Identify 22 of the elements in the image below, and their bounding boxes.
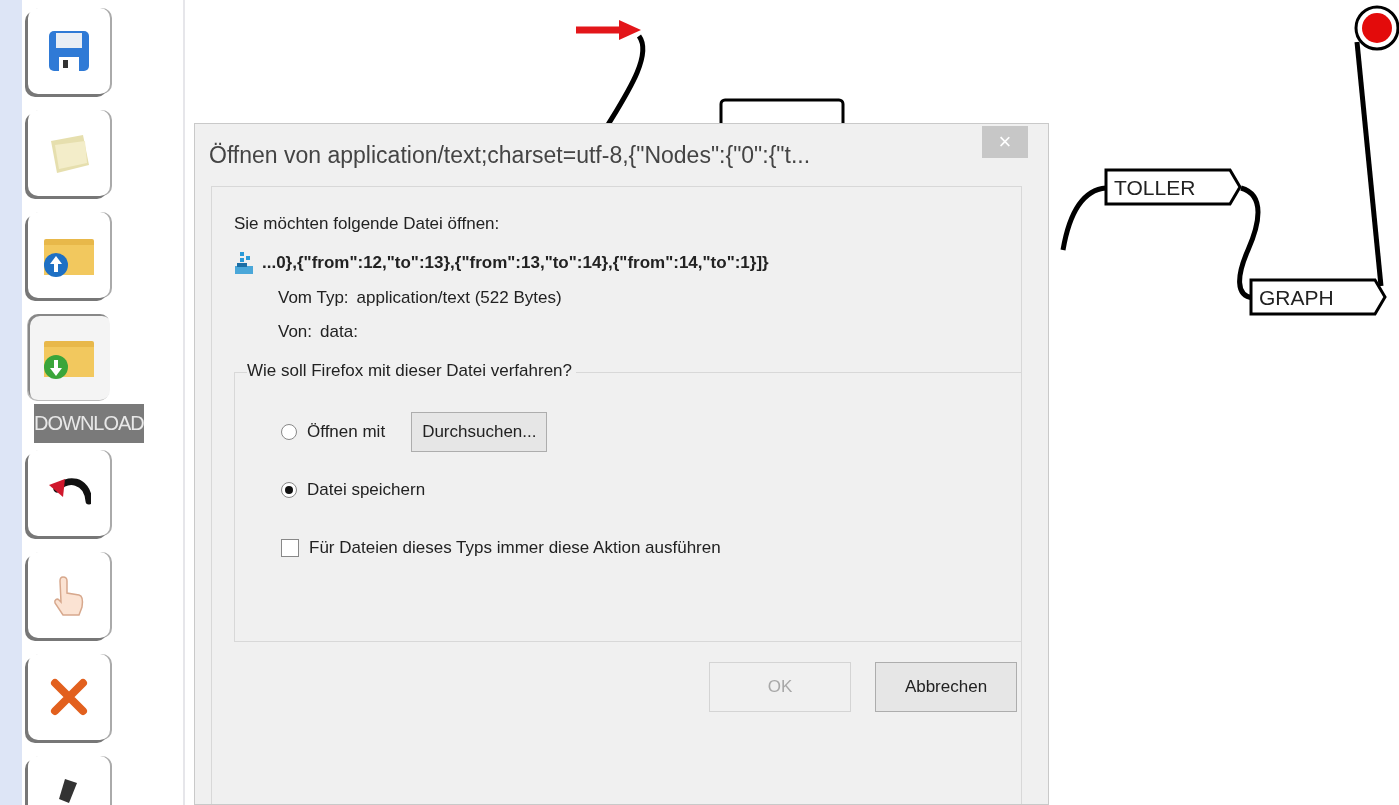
browse-button[interactable]: Durchsuchen...: [411, 412, 548, 452]
prompt-text: Sie möchten folgende Datei öffnen:: [234, 214, 501, 234]
radio-button[interactable]: [281, 482, 297, 498]
tool-button[interactable]: [28, 450, 110, 536]
graph-node: TOLLER: [1104, 168, 1242, 206]
tooltip: DOWNLOAD: [34, 404, 144, 443]
cancel-button[interactable]: Abbrechen: [875, 662, 1017, 712]
graph-node: GRAPH: [1249, 278, 1387, 316]
detail-label: Vom Typ:: [278, 288, 349, 308]
option-label[interactable]: Öffnen mit: [307, 422, 386, 442]
detail-label: Von:: [278, 322, 313, 342]
detail-value: data:: [320, 322, 358, 342]
option-label[interactable]: Für Dateien dieses Typs immer diese Aktion ausführen: [309, 538, 721, 558]
option-label[interactable]: Datei speichern: [307, 480, 426, 500]
file-name: ...0},{"from":12,"to":13},{"from":13,"to":14},{"from":14,"to":1}]}: [262, 253, 769, 273]
window-title: Öffnen von application/text;charset=utf-8,{"Nodes":{"0":{"t...: [209, 141, 812, 169]
checkbox[interactable]: [281, 539, 299, 557]
detail-value: application/text (522 Bytes): [356, 288, 562, 308]
radio-button[interactable]: [281, 424, 297, 440]
connector: [1060, 185, 1107, 251]
file-icon: [234, 252, 254, 274]
end-node: [1354, 5, 1399, 51]
